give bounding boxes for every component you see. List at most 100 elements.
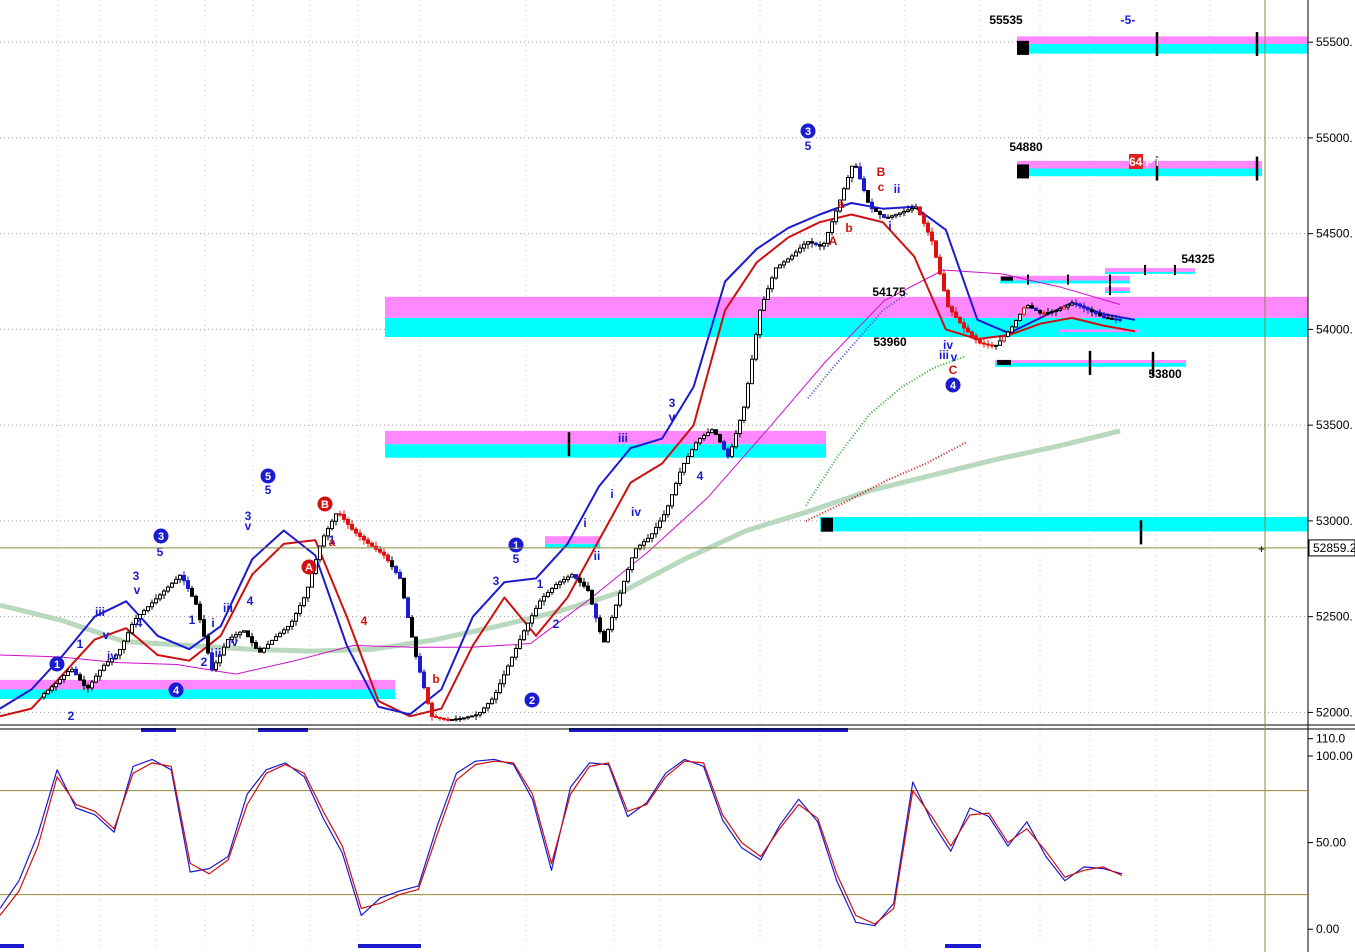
candle-body xyxy=(58,678,62,684)
candle-body xyxy=(610,616,614,631)
price-tick-label: 52500. xyxy=(1316,610,1353,624)
candle-body xyxy=(938,256,942,275)
price-chart[interactable]: 1345BA123412iiiviv3v54 12iiiiiiiv4v3514ab… xyxy=(0,0,1355,952)
candle-body xyxy=(978,339,982,344)
wave-label-15: 4 xyxy=(247,594,254,608)
candle-body xyxy=(354,528,358,534)
candle-body xyxy=(594,603,598,619)
candle-body xyxy=(86,684,90,689)
wave-5-circled-text: 5 xyxy=(265,471,271,483)
candle-body xyxy=(538,600,542,609)
candle-body xyxy=(942,273,946,292)
wave-label-36: a xyxy=(838,197,845,211)
candle-body xyxy=(578,577,582,583)
candle-body xyxy=(1030,305,1034,309)
candle-body xyxy=(350,523,354,530)
candle-body xyxy=(794,251,798,257)
wave-label-3: v xyxy=(103,628,110,642)
candle-body xyxy=(550,588,554,593)
stochastic-k-line xyxy=(0,758,1123,927)
candle-body xyxy=(430,702,434,717)
candle-body xyxy=(758,309,762,336)
candle-body xyxy=(990,344,994,347)
level-label-55535: 55535 xyxy=(989,13,1023,27)
candle-body xyxy=(186,580,190,589)
candle-body xyxy=(526,622,530,632)
candle-body xyxy=(62,675,66,680)
candle-body xyxy=(442,717,446,720)
level-label-53960: 53960 xyxy=(873,335,907,349)
candle-body xyxy=(998,340,1002,346)
zone-54200-magenta xyxy=(1105,287,1130,292)
wave-label-28: ii xyxy=(594,549,601,563)
wave-label-1: 2 xyxy=(68,709,75,723)
candle-body xyxy=(1078,303,1082,307)
candle-body xyxy=(622,580,626,594)
candle-body xyxy=(454,718,458,721)
candle-body xyxy=(742,406,746,421)
candle-body xyxy=(278,632,282,638)
candle-body xyxy=(994,344,998,347)
candle-body xyxy=(170,582,174,588)
wave-3-circled-b-text: 3 xyxy=(805,126,811,138)
candle-body xyxy=(450,718,454,721)
candle-body xyxy=(1118,318,1122,321)
oscillator-panel: 110.0 100.00 50.00 0.00 xyxy=(0,732,1353,936)
osc-tick-label: 50.00 xyxy=(1316,836,1346,850)
candle-body xyxy=(462,717,466,720)
zone-53000-cyan-top xyxy=(820,517,1308,532)
candle-body xyxy=(446,718,450,721)
candle-body xyxy=(118,648,122,656)
candle-body xyxy=(858,166,862,180)
candle-body xyxy=(346,518,350,525)
signal-bar-bottom-2 xyxy=(945,944,981,948)
candle-body xyxy=(122,640,126,650)
candle-body xyxy=(1026,305,1030,309)
candle-body xyxy=(514,647,518,658)
wave-label-14: iv xyxy=(228,635,238,649)
candle-body xyxy=(818,244,822,247)
candle-body xyxy=(882,213,886,218)
candle-body xyxy=(162,590,166,596)
candle-body xyxy=(590,589,594,605)
wave-label-41: ii xyxy=(894,182,901,196)
candle-body xyxy=(534,607,538,617)
candle-body xyxy=(694,442,698,451)
candle-body xyxy=(290,620,294,627)
candle-body xyxy=(102,664,106,671)
candle-body xyxy=(310,572,314,588)
candle-body xyxy=(458,717,462,720)
wave-label-6: v xyxy=(134,583,141,597)
zone-black-block xyxy=(1017,40,1029,55)
candle-body xyxy=(142,610,146,616)
candle-body xyxy=(598,617,602,633)
candle-body xyxy=(986,343,990,346)
candle-body xyxy=(830,221,834,234)
candle-body xyxy=(718,433,722,443)
candle-body xyxy=(618,592,622,606)
price-tick-label: 53500. xyxy=(1316,418,1353,432)
candle-body xyxy=(834,210,838,223)
wave-label-45: v xyxy=(951,350,958,364)
candle-body xyxy=(502,674,506,685)
zone-54325-cyan xyxy=(1105,271,1195,274)
candle-body xyxy=(206,635,210,654)
candle-body xyxy=(274,636,278,641)
candle-body xyxy=(398,571,402,579)
candle-body xyxy=(790,255,794,260)
crosshair-cursor: + xyxy=(1258,542,1265,556)
candle-body xyxy=(926,222,930,233)
pt-label: 64 PT xyxy=(1129,155,1162,169)
candle-body xyxy=(678,471,682,484)
candle-body xyxy=(1054,310,1058,313)
zone-52100-cyan xyxy=(0,689,395,700)
candle-body xyxy=(566,576,570,581)
wave-4-circled-a-text: 4 xyxy=(173,685,180,697)
candle-body xyxy=(574,574,578,579)
candle-body xyxy=(970,331,974,337)
candle-body xyxy=(390,560,394,568)
wave-4-circled-b-text: 4 xyxy=(950,380,957,392)
candle-body xyxy=(266,643,270,649)
candle-body xyxy=(762,298,766,311)
candle-body xyxy=(806,241,810,245)
